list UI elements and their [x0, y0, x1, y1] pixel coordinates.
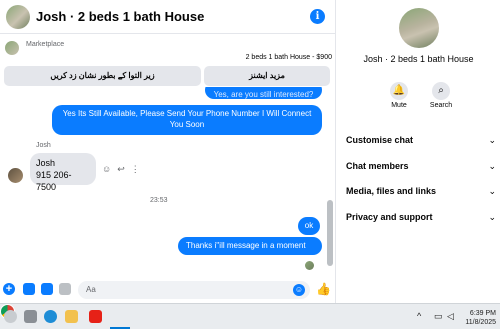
more-options-icon[interactable]: ⋮: [131, 164, 140, 175]
mute-label: Mute: [391, 102, 407, 109]
messenger-window: Josh · 2 beds 1 bath House i Marketplace…: [0, 0, 500, 303]
chevron-up-icon[interactable]: ^: [417, 311, 421, 321]
message-timestamp: 23:53: [150, 197, 168, 204]
outgoing-message[interactable]: Thanks i''ill message in a moment: [178, 237, 322, 255]
incoming-message[interactable]: Josh 915 206-7500: [30, 153, 96, 192]
network-icon[interactable]: ▭: [434, 311, 443, 322]
thumbs-up-icon[interactable]: 👍: [316, 282, 331, 296]
listing-thumbnail[interactable]: [5, 41, 19, 55]
chat-header: Josh · 2 beds 1 bath House i: [0, 0, 336, 34]
plus-icon[interactable]: +: [3, 283, 15, 295]
sticker-icon[interactable]: [41, 283, 53, 295]
system-clock[interactable]: 6:39 PM 11/8/2025: [462, 309, 496, 327]
react-emoji-icon[interactable]: ☺: [102, 164, 111, 175]
mark-pending-button[interactable]: زیر التوا کے بطور نشان زد کریں: [4, 66, 201, 86]
section-privacy-support[interactable]: Privacy and support ⌄: [346, 212, 496, 222]
edge-icon[interactable]: [44, 310, 57, 323]
clock-time: 6:39 PM: [469, 310, 496, 317]
section-customise-chat[interactable]: Customise chat ⌄: [346, 135, 496, 145]
marketplace-label: Marketplace: [26, 41, 65, 48]
message-actions: ☺ ↩ ⋮: [102, 164, 140, 175]
search-icon: ⌕: [432, 82, 450, 100]
listing-title-price[interactable]: 2 beds 1 bath House - $900: [246, 54, 332, 61]
outgoing-message[interactable]: Yes, are you still interested?: [205, 87, 322, 99]
message-placeholder: Aa: [86, 285, 96, 294]
reply-icon[interactable]: ↩: [117, 164, 125, 175]
marketplace-banner: Marketplace 2 beds 1 bath House - $900 ز…: [0, 35, 336, 95]
outgoing-message[interactable]: Yes Its Still Available, Please Send You…: [52, 105, 322, 135]
sender-name: Josh: [36, 142, 51, 149]
mute-button[interactable]: 🔔 Mute: [387, 82, 411, 109]
gif-icon[interactable]: [59, 283, 71, 295]
avatar[interactable]: [8, 168, 23, 183]
section-media-files-links[interactable]: Media, files and links ⌄: [346, 186, 496, 196]
section-label: Chat members: [346, 161, 409, 171]
section-label: Customise chat: [346, 135, 414, 145]
more-options-button[interactable]: مزید ایشنز: [204, 66, 330, 86]
scrollbar[interactable]: [327, 200, 333, 266]
section-chat-members[interactable]: Chat members ⌄: [346, 161, 496, 171]
emoji-icon[interactable]: ☺: [293, 284, 305, 296]
info-icon[interactable]: i: [310, 9, 325, 24]
chat-info-panel: Josh · 2 beds 1 bath House 🔔 Mute ⌕ Sear…: [337, 0, 500, 303]
contact-avatar[interactable]: [6, 5, 30, 29]
profile-photo[interactable]: [399, 8, 439, 48]
volume-icon[interactable]: ◁: [447, 311, 454, 322]
chevron-down-icon: ⌄: [488, 135, 496, 145]
start-icon[interactable]: [4, 310, 17, 323]
taskbar: ^ ▭ ◁ 6:39 PM 11/8/2025: [0, 303, 500, 329]
youtube-icon[interactable]: [89, 310, 102, 323]
seen-avatar: [305, 261, 314, 270]
search-button[interactable]: ⌕ Search: [429, 82, 453, 109]
chevron-down-icon: ⌄: [488, 161, 496, 171]
section-label: Privacy and support: [346, 212, 433, 222]
section-label: Media, files and links: [346, 186, 437, 196]
incoming-message-line: 915 206-7500: [36, 170, 72, 192]
outgoing-message[interactable]: ok: [298, 217, 320, 235]
profile-name: Josh · 2 beds 1 bath House: [363, 54, 474, 64]
message-thread: Yes, are you still interested? Yes Its S…: [0, 87, 336, 275]
incoming-message-line: Josh: [36, 158, 56, 168]
message-input[interactable]: Aa: [78, 281, 310, 299]
bell-icon: 🔔: [390, 82, 408, 100]
image-icon[interactable]: [23, 283, 35, 295]
chat-panel: Josh · 2 beds 1 bath House i Marketplace…: [0, 0, 336, 303]
composer: + Aa ☺ 👍: [0, 277, 336, 303]
chevron-down-icon: ⌄: [488, 212, 496, 222]
chat-title[interactable]: Josh · 2 beds 1 bath House: [36, 9, 204, 24]
search-icon[interactable]: [24, 310, 37, 323]
chevron-down-icon: ⌄: [488, 186, 496, 196]
search-label: Search: [429, 102, 453, 109]
file-explorer-icon[interactable]: [65, 310, 78, 323]
clock-date: 11/8/2025: [465, 319, 496, 326]
